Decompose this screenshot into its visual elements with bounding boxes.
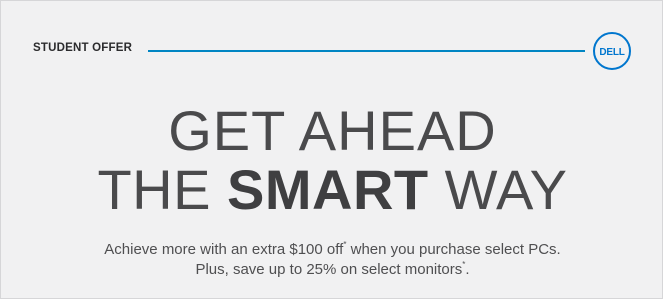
monitor-offer-text: Plus, save up to 25% on select monitors xyxy=(195,261,463,278)
headline-line-2-prefix: THE xyxy=(97,158,228,221)
headline-emphasis: SMART xyxy=(227,158,429,221)
dell-logo-icon: DELL xyxy=(599,47,625,58)
offer-text-end: when you purchase select PCs. xyxy=(346,241,561,258)
offer-text-start: Achieve more with an extra $100 off xyxy=(104,241,344,258)
monitor-offer-period: . xyxy=(465,261,470,278)
offer-header: STUDENT OFFER DELL xyxy=(33,31,639,71)
headline-line-1: GET AHEAD xyxy=(168,99,497,162)
offer-divider xyxy=(148,50,585,52)
dell-logo-text: DELL xyxy=(599,47,624,58)
student-offer-banner[interactable]: STUDENT OFFER DELL GET AHEAD THE SMART W… xyxy=(0,0,663,299)
headline-line-2: THE SMART WAY xyxy=(1,162,662,218)
dell-logo-ring: DELL xyxy=(593,32,631,70)
offer-label: STUDENT OFFER xyxy=(33,42,133,54)
headline-line-2-suffix: WAY xyxy=(428,158,568,221)
offer-description-line-2: Plus, save up to 25% on select monitors*… xyxy=(1,260,662,280)
dell-logo[interactable]: DELL xyxy=(585,31,639,71)
offer-description-line-1: Achieve more with an extra $100 off* whe… xyxy=(1,240,662,260)
